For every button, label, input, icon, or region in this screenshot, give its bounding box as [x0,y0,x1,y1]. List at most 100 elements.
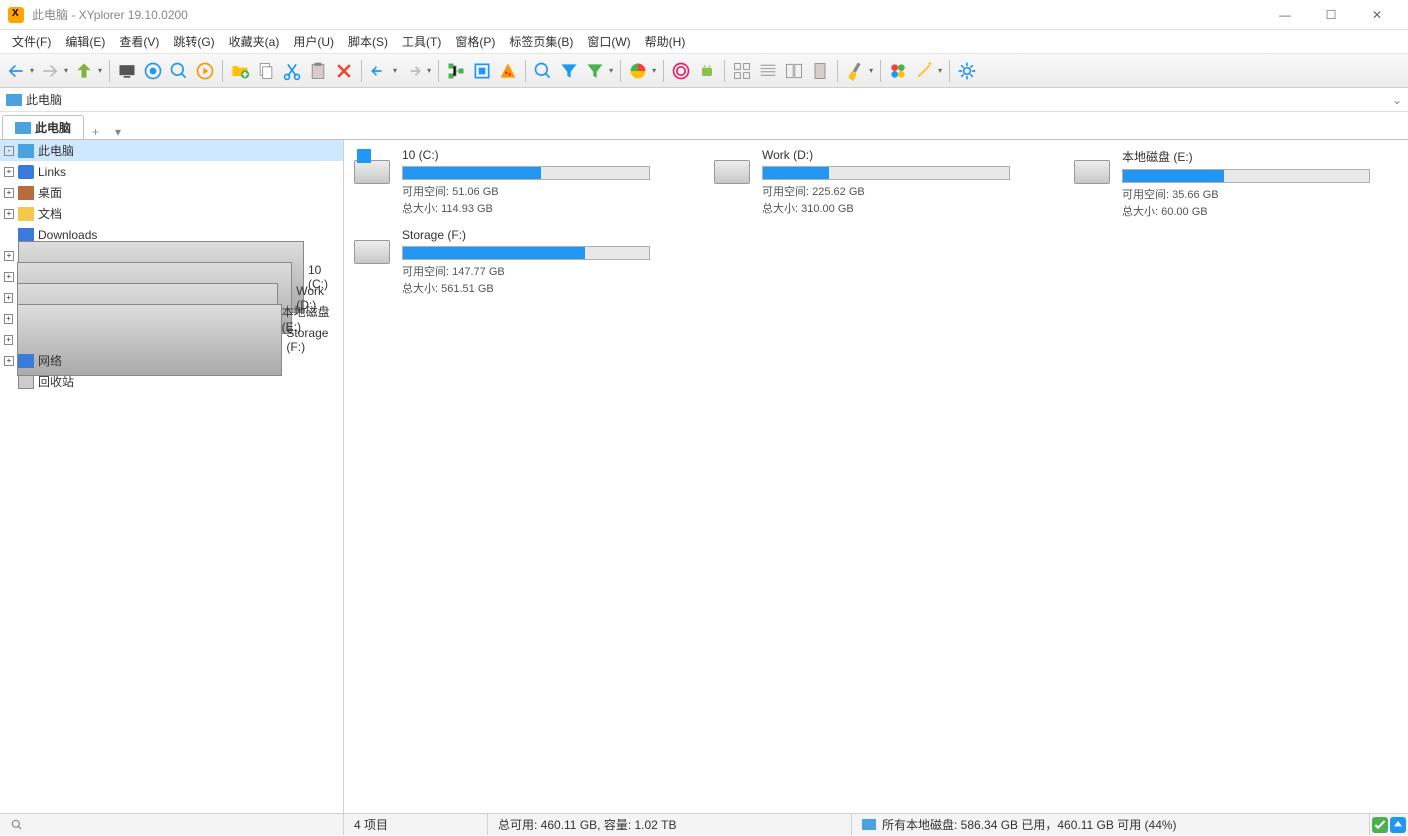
find-icon[interactable] [531,59,555,83]
cut-icon[interactable] [280,59,304,83]
select-icon[interactable] [470,59,494,83]
filter-icon[interactable] [557,59,581,83]
wand-dropdown[interactable]: ▾ [936,66,944,75]
tree-icon[interactable] [444,59,468,83]
play-icon[interactable] [193,59,217,83]
copy-icon[interactable] [254,59,278,83]
tree-label: Storage (F:) [286,326,343,354]
split-icon[interactable] [782,59,806,83]
minimize-button[interactable]: — [1262,1,1308,29]
drive-total: 总大小: 114.93 GB [402,201,650,218]
drive-3[interactable]: Storage (F:) 可用空间: 147.77 GB 总大小: 561.51… [350,228,650,300]
gear-icon[interactable] [955,59,979,83]
tree-item-0[interactable]: - 此电脑 [0,140,343,161]
spiral-icon[interactable] [669,59,693,83]
tree-item-3[interactable]: + 文档 [0,203,343,224]
close-button[interactable]: ✕ [1354,1,1400,29]
comp-icon [18,144,34,158]
colors-icon[interactable] [886,59,910,83]
tab-list-dropdown[interactable]: ▾ [107,125,129,139]
tree-item-9[interactable]: +Storage (F:) [0,329,343,350]
menu-9[interactable]: 标签页集(B) [503,31,579,52]
menu-11[interactable]: 帮助(H) [639,31,692,52]
file-view[interactable]: 10 (C:) 可用空间: 51.06 GB 总大小: 114.93 GB Wo… [344,140,1408,813]
tree-item-1[interactable]: + Links [0,161,343,182]
menu-5[interactable]: 用户(U) [287,31,340,52]
redo-icon[interactable] [401,59,425,83]
tree-label: 此电脑 [38,142,74,159]
new-folder-icon[interactable] [228,59,252,83]
address-bar[interactable]: 此电脑 ⌄ [0,88,1408,112]
menu-3[interactable]: 跳转(G) [167,31,220,52]
expand-icon[interactable] [4,377,14,387]
drive-0[interactable]: 10 (C:) 可用空间: 51.06 GB 总大小: 114.93 GB [350,148,650,220]
forward-button[interactable] [38,59,62,83]
menu-6[interactable]: 脚本(S) [342,31,394,52]
menu-2[interactable]: 查看(V) [113,31,165,52]
delete-icon[interactable] [332,59,356,83]
back-dropdown[interactable]: ▾ [28,66,36,75]
find-bar[interactable] [0,814,344,835]
expand-icon[interactable]: + [4,335,13,345]
filter-dropdown[interactable]: ▾ [607,66,615,75]
new-tab-button[interactable]: + [84,125,107,139]
menu-4[interactable]: 收藏夹(a) [223,31,286,52]
menu-7[interactable]: 工具(T) [396,31,447,52]
book-icon[interactable] [808,59,832,83]
pizza-icon[interactable] [496,59,520,83]
tab-thispc[interactable]: 此电脑 [2,115,84,139]
menu-0[interactable]: 文件(F) [6,31,57,52]
brush-dropdown[interactable]: ▾ [867,66,875,75]
drive-icon [1070,148,1114,220]
link-icon [18,165,34,179]
up-dropdown[interactable]: ▾ [96,66,104,75]
forward-dropdown[interactable]: ▾ [62,66,70,75]
android-icon[interactable] [695,59,719,83]
expand-icon[interactable]: + [4,272,14,282]
brush-icon[interactable] [843,59,867,83]
menu-1[interactable]: 编辑(E) [59,31,111,52]
expand-icon[interactable] [4,230,14,240]
redo-dropdown[interactable]: ▾ [425,66,433,75]
menu-10[interactable]: 窗口(W) [581,31,636,52]
undo-dropdown[interactable]: ▾ [391,66,399,75]
grid-icon[interactable] [730,59,754,83]
address-dropdown[interactable]: ⌄ [1392,93,1402,107]
expand-icon[interactable]: + [4,209,14,219]
filter2-icon[interactable] [583,59,607,83]
target-icon[interactable] [141,59,165,83]
toolbar: ▾ ▾ ▾ ▾ ▾ ▾ ▾ ▾ ▾ [0,54,1408,88]
wand-icon[interactable] [912,59,936,83]
drive-name: Storage (F:) [402,228,650,242]
expand-icon[interactable]: + [4,314,13,324]
status-ok-icon[interactable] [1372,817,1388,833]
expand-icon[interactable]: + [4,167,14,177]
expand-icon[interactable]: + [4,356,14,366]
status-up-icon[interactable] [1390,817,1406,833]
tree-label: 文档 [38,205,62,222]
computer-icon[interactable] [115,59,139,83]
pie-dropdown[interactable]: ▾ [650,66,658,75]
up-button[interactable] [72,59,96,83]
pie-icon[interactable] [626,59,650,83]
drive-bar [402,246,650,260]
drive-icon [350,148,394,220]
drive-2[interactable]: 本地磁盘 (E:) 可用空间: 35.66 GB 总大小: 60.00 GB [1070,148,1370,220]
maximize-button[interactable]: ☐ [1308,1,1354,29]
trash-icon [18,375,34,389]
drive-1[interactable]: Work (D:) 可用空间: 225.62 GB 总大小: 310.00 GB [710,148,1010,220]
tree-label: Links [38,165,66,179]
drive-free: 可用空间: 51.06 GB [402,184,650,201]
search-lens-icon[interactable] [167,59,191,83]
expand-icon[interactable]: - [4,146,14,156]
expand-icon[interactable]: + [4,293,13,303]
details-icon[interactable] [756,59,780,83]
drive-bar [1122,169,1370,183]
menu-8[interactable]: 窗格(P) [449,31,501,52]
back-button[interactable] [4,59,28,83]
tree-item-2[interactable]: +桌面 [0,182,343,203]
paste-icon[interactable] [306,59,330,83]
expand-icon[interactable]: + [4,251,14,261]
undo-icon[interactable] [367,59,391,83]
expand-icon[interactable]: + [4,188,14,198]
